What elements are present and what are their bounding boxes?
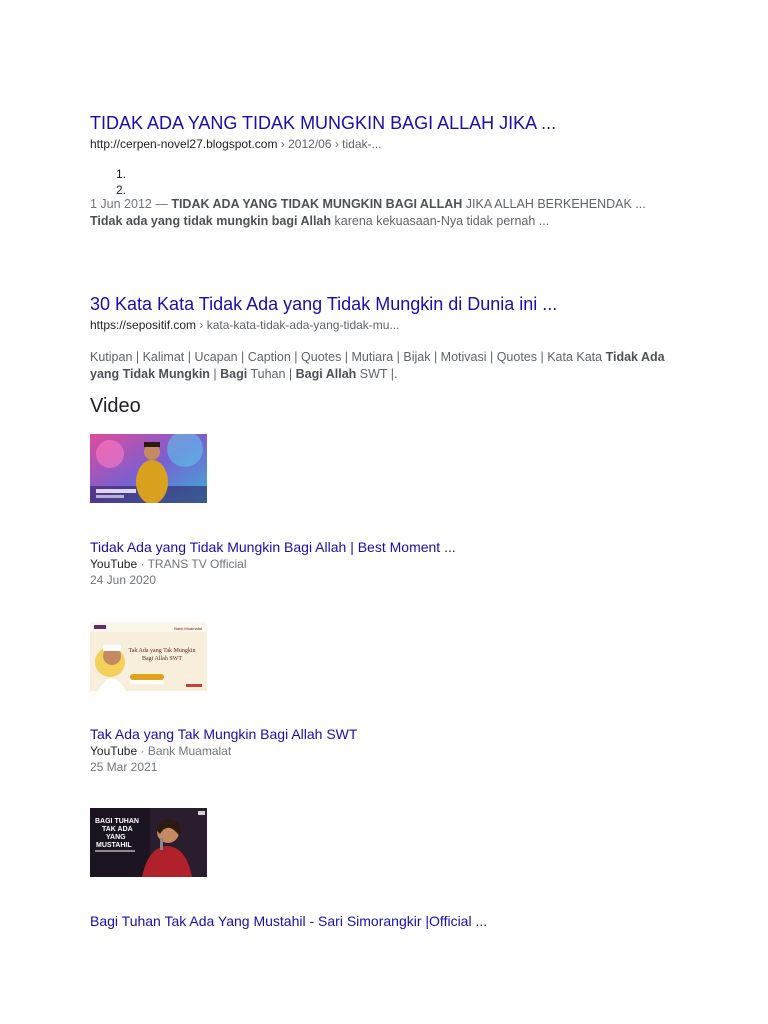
- snippet-bold: Bagi: [220, 367, 248, 381]
- snippet-bold: Bagi Allah: [295, 367, 357, 381]
- result-url-host: http://cerpen-novel27.blogspot.com: [90, 137, 278, 151]
- video-title-link[interactable]: Tidak Ada yang Tidak Mungkin Bagi Allah …: [90, 538, 456, 556]
- snippet-bold: Tidak ada yang tidak mungkin bagi Allah: [90, 214, 332, 228]
- thumbnail-text: MUSTAHIL: [96, 842, 132, 849]
- snippet-text: |: [209, 367, 221, 381]
- snippet-text: Kutipan | Kalimat | Ucapan | Caption | Q…: [90, 350, 606, 364]
- search-result-1: TIDAK ADA YANG TIDAK MUNGKIN BAGI ALLAH …: [90, 112, 556, 152]
- video-site: YouTube: [90, 557, 138, 571]
- video-date: 25 Mar 2021: [90, 760, 158, 774]
- video-channel: · TRANS TV Official: [137, 557, 247, 571]
- result-url-breadcrumb: › 2012/06 › tidak-...: [277, 137, 382, 151]
- result-date: 1 Jun 2012 —: [90, 197, 172, 211]
- video-result-2: Tak Ada yang Tak Mungkin Bagi Allah SWT …: [90, 725, 357, 775]
- result-snippet-1: 1 Jun 2012 — TIDAK ADA YANG TIDAK MUNGKI…: [90, 196, 680, 230]
- video-title-link[interactable]: Tak Ada yang Tak Mungkin Bagi Allah SWT: [90, 725, 357, 743]
- video-thumbnail-1[interactable]: [90, 434, 207, 503]
- video-thumbnail-3[interactable]: BAGI TUHAN TAK ADA YANG MUSTAHIL: [90, 808, 207, 877]
- result-url-host: https://sepositif.com: [90, 318, 197, 332]
- thumbnail-text: Tak Ada yang Tak Mungkin: [128, 648, 195, 654]
- result-snippet-2: Kutipan | Kalimat | Ucapan | Caption | Q…: [90, 349, 675, 383]
- thumbnail-text: BAGI TUHAN: [95, 818, 139, 825]
- snippet-text: karena kekuasaan-Nya tidak pernah ...: [331, 214, 550, 228]
- result-url[interactable]: http://cerpen-novel27.blogspot.com › 201…: [90, 136, 556, 152]
- thumbnail-brand: Bank Muamalat: [174, 626, 203, 631]
- video-thumbnail-image: BAGI TUHAN TAK ADA YANG MUSTAHIL: [90, 808, 207, 877]
- list-item: 1.: [116, 167, 127, 181]
- video-section-heading: Video: [90, 395, 141, 417]
- snippet-bold: TIDAK ADA YANG TIDAK MUNGKIN BAGI ALLAH: [171, 197, 463, 211]
- numbered-list: 1. 2.: [116, 166, 126, 198]
- result-url[interactable]: https://sepositif.com › kata-kata-tidak-…: [90, 317, 557, 333]
- search-result-2: 30 Kata Kata Tidak Ada yang Tidak Mungki…: [90, 293, 557, 333]
- video-result-1: Tidak Ada yang Tidak Mungkin Bagi Allah …: [90, 538, 456, 588]
- result-title-link[interactable]: TIDAK ADA YANG TIDAK MUNGKIN BAGI ALLAH …: [90, 112, 556, 134]
- snippet-text: Tuhan |: [247, 367, 296, 381]
- video-channel: · Bank Muamalat: [137, 744, 232, 758]
- video-thumbnail-image: [90, 434, 207, 503]
- video-title-link[interactable]: Bagi Tuhan Tak Ada Yang Mustahil - Sari …: [90, 912, 487, 930]
- video-site: YouTube: [90, 744, 138, 758]
- video-result-3: Bagi Tuhan Tak Ada Yang Mustahil - Sari …: [90, 912, 487, 930]
- thumbnail-text: TAK ADA: [102, 826, 133, 833]
- thumbnail-text: Bagi Allah SWT: [142, 656, 182, 662]
- snippet-text: JIKA ALLAH BERKEHENDAK ...: [462, 197, 646, 211]
- thumbnail-text: YANG: [106, 834, 126, 841]
- result-title-link[interactable]: 30 Kata Kata Tidak Ada yang Tidak Mungki…: [90, 293, 557, 315]
- video-thumbnail-2[interactable]: Bank Muamalat Tak Ada yang Tak Mungkin B…: [90, 622, 207, 691]
- video-date: 24 Jun 2020: [90, 573, 157, 587]
- snippet-text: SWT |.: [356, 367, 398, 381]
- result-url-breadcrumb: › kata-kata-tidak-ada-yang-tidak-mu...: [196, 318, 400, 332]
- video-thumbnail-image: Bank Muamalat Tak Ada yang Tak Mungkin B…: [90, 622, 207, 691]
